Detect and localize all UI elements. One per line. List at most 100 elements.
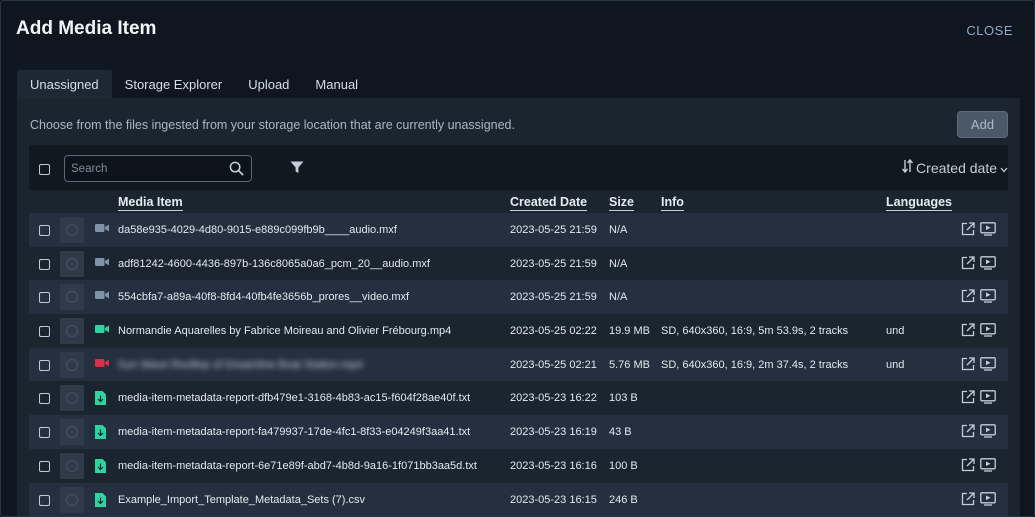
preview-player-icon[interactable]: [980, 424, 996, 441]
table-row[interactable]: Normandie Aquarelles by Fabrice Moireau …: [29, 314, 1008, 348]
file-icon: [95, 425, 106, 442]
row-actions: [961, 424, 996, 441]
col-created-date[interactable]: Created Date: [510, 196, 588, 211]
file-size: 19.9 MB: [609, 325, 650, 338]
row-checkbox[interactable]: [39, 427, 50, 439]
media-info: SD, 640x360, 16:9, 2m 37.4s, 2 tracks: [661, 358, 849, 371]
col-media-item[interactable]: Media Item: [118, 196, 183, 211]
close-button[interactable]: CLOSE: [966, 23, 1013, 38]
file-size: N/A: [609, 291, 628, 304]
thumbnail: [60, 318, 84, 345]
row-checkbox[interactable]: [39, 460, 50, 472]
table-row[interactable]: Example_Import_Template_Metadata_Sets (7…: [29, 482, 1008, 516]
tab-bar: Unassigned Storage Explorer Upload Manua…: [17, 70, 371, 98]
row-checkbox[interactable]: [39, 258, 50, 270]
open-external-icon[interactable]: [961, 357, 975, 374]
placeholder-globe-icon: [66, 224, 78, 236]
table-header: Media Item Created Date Size Info Langua…: [29, 190, 1008, 213]
preview-player-icon[interactable]: [980, 323, 996, 340]
placeholder-globe-icon: [66, 459, 78, 472]
panel-description: Choose from the files ingested from your…: [30, 118, 515, 132]
table-row[interactable]: Sun Wave Rooftop of Dreamline Boat Stati…: [29, 347, 1008, 382]
table-row[interactable]: adf81242-4600-4436-897b-136c8065a0a6_pcm…: [29, 246, 1008, 281]
tab-unassigned[interactable]: Unassigned: [17, 70, 112, 98]
open-external-icon[interactable]: [961, 390, 975, 407]
row-actions: [961, 491, 996, 509]
preview-player-icon[interactable]: [980, 390, 996, 407]
col-size[interactable]: Size: [609, 196, 635, 211]
placeholder-globe-icon: [66, 358, 78, 371]
row-actions: [961, 356, 996, 374]
thumbnail: [60, 217, 84, 243]
file-icon: [95, 391, 106, 408]
open-external-icon[interactable]: [961, 424, 975, 441]
row-checkbox[interactable]: [39, 292, 50, 304]
preview-player-icon[interactable]: [980, 255, 996, 273]
open-external-icon[interactable]: [961, 458, 975, 475]
created-date: 2023-05-25 02:21: [510, 358, 597, 371]
preview-player-icon[interactable]: [980, 457, 996, 475]
preview-player-icon[interactable]: [980, 289, 996, 306]
video-icon: [95, 223, 109, 236]
filter-icon[interactable]: [290, 161, 304, 179]
media-item-name: Sun Wave Rooftop of Dreamline Boat Stati…: [118, 358, 363, 371]
tab-manual[interactable]: Manual: [302, 70, 371, 98]
row-actions: [961, 255, 996, 273]
row-actions: [961, 323, 996, 340]
table-row[interactable]: media-item-metadata-report-dfb479e1-3168…: [29, 381, 1008, 416]
table-row[interactable]: 554cbfa7-a89a-40f8-8fd4-40fb4fe3656b_pro…: [29, 280, 1008, 315]
thumbnail: [60, 284, 84, 311]
search-box: [64, 155, 252, 182]
thumbnail: [60, 351, 84, 378]
row-checkbox[interactable]: [39, 393, 50, 405]
row-actions: [961, 457, 996, 475]
placeholder-globe-icon: [66, 392, 78, 405]
open-external-icon[interactable]: [961, 323, 975, 340]
file-size: 43 B: [609, 426, 632, 439]
select-all-checkbox[interactable]: [39, 164, 50, 175]
row-checkbox[interactable]: [39, 494, 50, 506]
open-external-icon[interactable]: [961, 256, 975, 273]
file-size: 5.76 MB: [609, 358, 650, 371]
preview-player-icon[interactable]: [980, 491, 996, 509]
row-checkbox[interactable]: [39, 225, 50, 236]
media-item-name: Example_Import_Template_Metadata_Sets (7…: [118, 493, 366, 506]
open-external-icon[interactable]: [961, 491, 975, 509]
table-row[interactable]: media-item-metadata-report-fa479937-17de…: [29, 415, 1008, 449]
col-info[interactable]: Info: [661, 196, 684, 211]
thumbnail: [60, 385, 84, 412]
video-icon: [95, 257, 109, 270]
row-actions: [961, 289, 996, 306]
sort-label: Created date: [916, 159, 997, 176]
search-icon[interactable]: [229, 161, 244, 181]
media-table-body: da58e935-4029-4d80-9015-e889c099fb9b____…: [29, 213, 1008, 516]
media-info: SD, 640x360, 16:9, 5m 53.9s, 2 tracks: [661, 325, 849, 338]
row-checkbox[interactable]: [39, 326, 50, 338]
unassigned-panel: Choose from the files ingested from your…: [17, 98, 1020, 516]
sort-icon: [902, 158, 914, 176]
tab-upload[interactable]: Upload: [235, 70, 302, 98]
media-item-name: Normandie Aquarelles by Fabrice Moireau …: [118, 325, 452, 338]
created-date: 2023-05-25 21:59: [510, 224, 597, 236]
search-input[interactable]: [65, 156, 235, 181]
add-button[interactable]: Add: [957, 111, 1008, 138]
col-languages[interactable]: Languages: [886, 196, 952, 211]
table-row[interactable]: da58e935-4029-4d80-9015-e889c099fb9b____…: [29, 213, 1008, 247]
open-external-icon[interactable]: [961, 289, 975, 306]
preview-player-icon[interactable]: [980, 222, 996, 239]
tab-storage-explorer[interactable]: Storage Explorer: [112, 70, 236, 98]
table-row[interactable]: media-item-metadata-report-6e71e89f-abd7…: [29, 448, 1008, 483]
placeholder-globe-icon: [66, 325, 78, 338]
thumbnail: [60, 419, 84, 446]
placeholder-globe-icon: [66, 493, 78, 506]
open-external-icon[interactable]: [961, 222, 975, 239]
preview-player-icon[interactable]: [980, 356, 996, 374]
chevron-down-icon: [1000, 160, 1008, 176]
media-item-name: adf81242-4600-4436-897b-136c8065a0a6_pcm…: [118, 257, 430, 270]
languages: und: [886, 325, 905, 338]
created-date: 2023-05-25 02:22: [510, 325, 597, 338]
row-checkbox[interactable]: [39, 359, 50, 371]
sort-control[interactable]: Created date: [902, 158, 1008, 176]
created-date: 2023-05-23 16:16: [510, 459, 597, 472]
media-item-name: 554cbfa7-a89a-40f8-8fd4-40fb4fe3656b_pro…: [118, 291, 410, 304]
